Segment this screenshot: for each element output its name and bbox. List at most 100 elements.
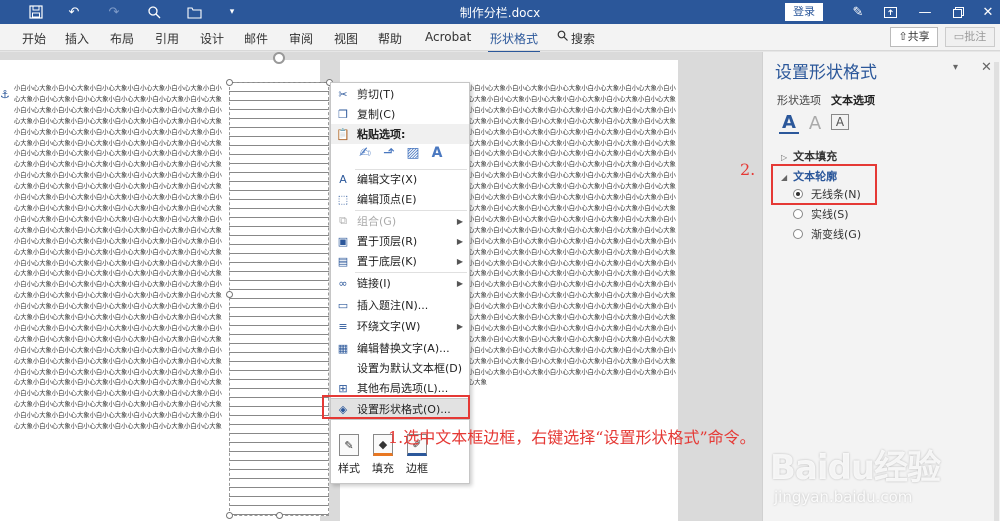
column-text: 小白小心大象小白小心大象小白小心大象小白小心大象小白小心大象小白小心大象小白小心… bbox=[468, 85, 676, 387]
text-effects-icon[interactable]: A bbox=[805, 112, 825, 134]
share-icon: ⇧ bbox=[898, 30, 908, 43]
option-label: 实线(S) bbox=[811, 208, 849, 221]
outline-label: 边框 bbox=[406, 462, 428, 475]
tab-shape-options[interactable]: 形状选项 bbox=[777, 92, 821, 108]
layout-options-icon: ⊞ bbox=[338, 381, 348, 395]
tell-me-search-icon bbox=[557, 30, 568, 44]
text-fill-outline-icon[interactable]: A bbox=[779, 112, 799, 134]
copy-icon: ❐ bbox=[338, 107, 348, 121]
menu-label: 插入题注(N)... bbox=[357, 299, 429, 312]
menu-item-send-to-back[interactable]: ▤ 置于底层(K) ▶ bbox=[331, 251, 469, 271]
column-text: 小白小心大象小白小心大象小白小心大象小白小心大象小白小心大象小白小心大象小白小心… bbox=[14, 85, 222, 431]
menu-label: 环绕文字(W) bbox=[357, 320, 421, 333]
section-text-fill[interactable]: ▷ 文本填充 bbox=[781, 148, 837, 164]
rotate-handle[interactable] bbox=[273, 52, 285, 64]
menu-item-edit-points[interactable]: ⬚ 编辑顶点(E) bbox=[331, 189, 469, 209]
selected-textbox[interactable] bbox=[229, 82, 329, 516]
textbox-icon[interactable]: A bbox=[831, 114, 849, 130]
fill-label: 填充 bbox=[372, 462, 394, 475]
submenu-arrow-icon: ▶ bbox=[456, 236, 463, 246]
menu-item-edit-text[interactable]: A 编辑文字(X) bbox=[331, 169, 469, 189]
submenu-arrow-icon: ▶ bbox=[456, 256, 463, 266]
radio-unselected bbox=[793, 209, 803, 219]
tab-help[interactable]: 帮助 bbox=[378, 30, 402, 47]
menu-item-bring-to-front[interactable]: ▣ 置于顶层(R) ▶ bbox=[331, 231, 469, 251]
menu-label: 复制(C) bbox=[357, 108, 396, 121]
tab-acrobat[interactable]: Acrobat bbox=[425, 30, 471, 44]
menu-label: 编辑替换文字(A)... bbox=[357, 342, 450, 355]
send-back-icon: ▤ bbox=[337, 254, 349, 268]
tab-insert[interactable]: 插入 bbox=[65, 30, 89, 47]
menu-label: 设置为默认文本框(D) bbox=[357, 362, 463, 375]
tab-home[interactable]: 开始 bbox=[22, 30, 46, 47]
login-button[interactable]: 登录 bbox=[785, 3, 823, 21]
blank-icon bbox=[335, 361, 351, 375]
pen-icon[interactable]: ✎ bbox=[848, 2, 868, 22]
menu-label: 置于底层(K) bbox=[357, 255, 417, 268]
pane-close-icon[interactable]: ✕ bbox=[981, 60, 992, 75]
resize-handle[interactable] bbox=[226, 291, 233, 298]
resize-handle[interactable] bbox=[226, 79, 233, 86]
menu-item-set-default-textbox[interactable]: 设置为默认文本框(D) bbox=[331, 358, 469, 378]
menu-label: 粘贴选项: bbox=[357, 128, 406, 141]
option-solid-line[interactable]: 实线(S) bbox=[793, 206, 849, 222]
resize-handle[interactable] bbox=[276, 512, 283, 519]
tab-search[interactable]: 搜索 bbox=[571, 30, 595, 47]
style-icon: ✎ bbox=[339, 434, 359, 456]
menu-label: 编辑顶点(E) bbox=[357, 193, 417, 206]
step-number-annotation: 2. bbox=[740, 160, 756, 179]
menu-label: 剪切(T) bbox=[357, 88, 395, 101]
title-bar: ↶ ↷ ▾ 制作分栏.docx 登录 ✎ — ✕ bbox=[0, 0, 1000, 24]
instruction-annotation: 1.选中文本框边框，右键选择“设置形状格式”命令。 bbox=[388, 428, 756, 447]
tab-references[interactable]: 引用 bbox=[155, 30, 179, 47]
radio-unselected bbox=[793, 229, 803, 239]
tab-text-options[interactable]: 文本选项 bbox=[831, 92, 875, 108]
close-window-icon[interactable]: ✕ bbox=[978, 2, 998, 22]
group-icon: ⧉ bbox=[339, 214, 347, 227]
tab-mailings[interactable]: 邮件 bbox=[244, 30, 268, 47]
menu-item-cut[interactable]: ✂ 剪切(T) bbox=[331, 84, 469, 104]
paste-keep-source-icon[interactable]: ✍ bbox=[355, 143, 375, 163]
pane-options-icon[interactable]: ▾ bbox=[953, 62, 958, 73]
bring-front-icon: ▣ bbox=[337, 234, 349, 248]
alt-text-icon: ▦ bbox=[337, 341, 349, 355]
tab-view[interactable]: 视图 bbox=[334, 30, 358, 47]
menu-item-paste-options: 📋 粘贴选项: bbox=[331, 124, 469, 144]
ribbon-display-icon[interactable] bbox=[880, 2, 900, 22]
option-gradient-line[interactable]: 渐变线(G) bbox=[793, 226, 861, 242]
paste-text-only-icon[interactable]: A bbox=[427, 143, 447, 163]
paste-merge-icon[interactable]: ⬏ bbox=[379, 143, 399, 163]
comment-icon: ▭ bbox=[953, 30, 965, 43]
ribbon-tabs: 开始 插入 布局 引用 设计 邮件 审阅 视图 帮助 Acrobat 形状格式 … bbox=[0, 24, 1000, 53]
tab-shape-format[interactable]: 形状格式 bbox=[487, 30, 541, 53]
share-button[interactable]: ⇧共享 bbox=[890, 27, 938, 47]
menu-label: 链接(I) bbox=[357, 277, 391, 290]
menu-item-wrap-text[interactable]: ≡ 环绕文字(W) ▶ bbox=[331, 316, 469, 336]
tab-design[interactable]: 设计 bbox=[200, 30, 224, 47]
paste-picture-icon[interactable]: ▨ bbox=[403, 143, 423, 163]
submenu-arrow-icon: ▶ bbox=[456, 278, 463, 288]
comments-button[interactable]: ▭批注 bbox=[945, 27, 995, 47]
link-icon: ∞ bbox=[338, 276, 348, 290]
share-label: 共享 bbox=[907, 30, 930, 43]
menu-item-group: ⧉ 组合(G) ▶ bbox=[331, 211, 469, 231]
restore-icon[interactable] bbox=[948, 2, 968, 22]
menu-item-insert-caption[interactable]: ▭ 插入题注(N)... bbox=[331, 295, 469, 315]
menu-item-link[interactable]: ∞ 链接(I) ▶ bbox=[331, 273, 469, 293]
tab-review[interactable]: 审阅 bbox=[289, 30, 313, 47]
submenu-arrow-icon: ▶ bbox=[456, 216, 463, 226]
menu-label: 组合(G) bbox=[357, 215, 397, 228]
style-label: 样式 bbox=[338, 462, 360, 475]
menu-item-copy[interactable]: ❐ 复制(C) bbox=[331, 104, 469, 124]
style-button[interactable]: ✎ 样式 bbox=[332, 432, 366, 478]
resize-handle[interactable] bbox=[226, 512, 233, 519]
minimize-icon[interactable]: — bbox=[915, 2, 935, 22]
paste-icon: 📋 bbox=[336, 127, 350, 141]
tab-layout[interactable]: 布局 bbox=[110, 30, 134, 47]
highlight-box bbox=[322, 395, 470, 419]
menu-item-edit-alt-text[interactable]: ▦ 编辑替换文字(A)... bbox=[331, 338, 469, 358]
watermark-brand: Baidu经验 bbox=[770, 448, 941, 488]
submenu-arrow-icon: ▶ bbox=[456, 321, 463, 331]
highlight-box bbox=[771, 164, 877, 205]
anchor-icon: ⚓ bbox=[0, 88, 10, 101]
